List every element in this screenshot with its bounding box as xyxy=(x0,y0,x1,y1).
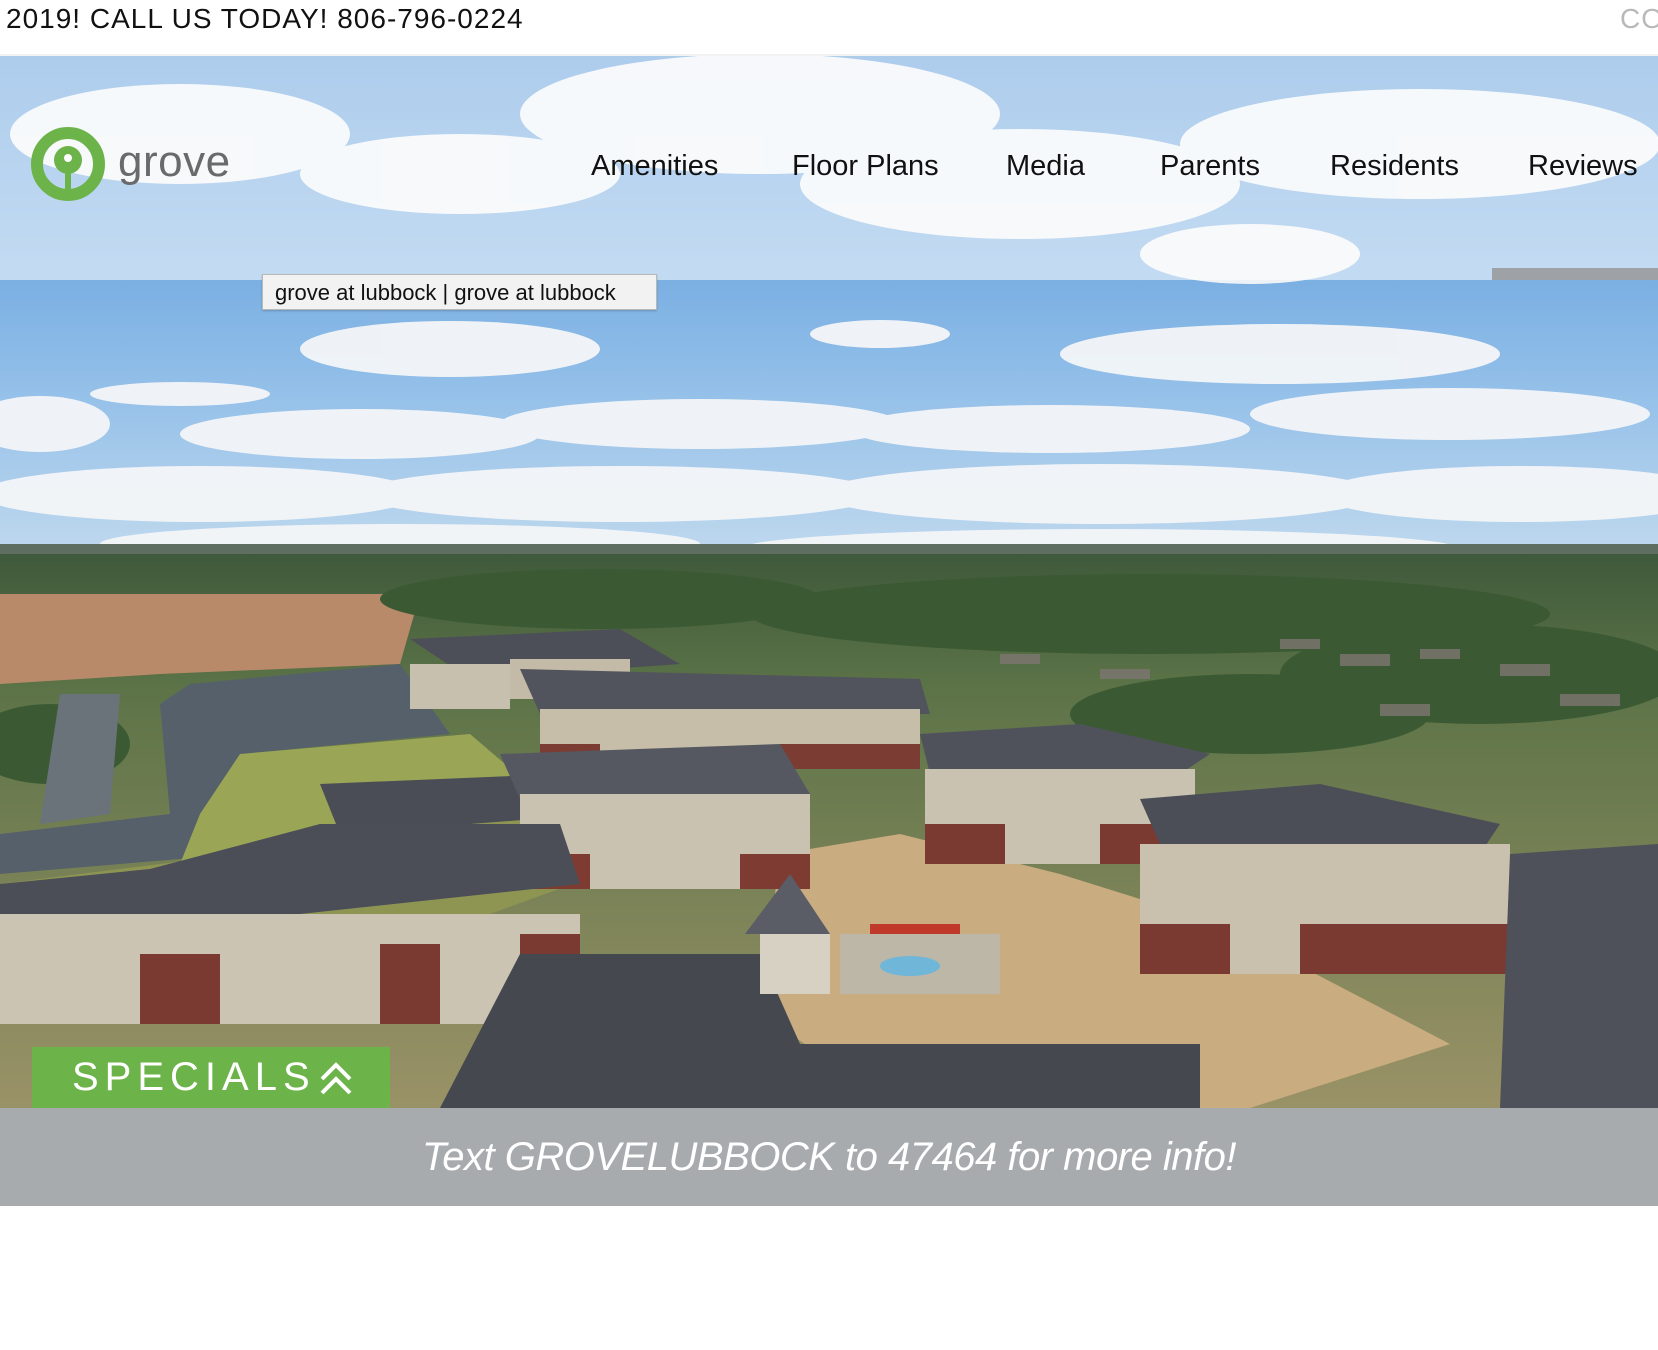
text-info-bar: Text GROVELUBBOCK to 47464 for more info… xyxy=(0,1108,1658,1206)
nav-item-reviews[interactable]: Reviews xyxy=(1528,144,1638,188)
text-info-message: Text GROVELUBBOCK to 47464 for more info… xyxy=(422,1135,1236,1179)
site-header: grove Amenities Floor Plans Media Parent… xyxy=(0,54,1658,280)
nav-item-residents[interactable]: Residents xyxy=(1330,144,1459,188)
double-chevron-up-icon xyxy=(320,1062,352,1095)
nav-item-media[interactable]: Media xyxy=(1006,144,1085,188)
ticker-trailing-text: CO xyxy=(1620,3,1658,34)
nav-active-indicator xyxy=(1492,268,1658,280)
nav-item-parents[interactable]: Parents xyxy=(1160,144,1260,188)
nav-item-floor-plans[interactable]: Floor Plans xyxy=(792,144,939,188)
specials-button[interactable]: SPECIALS xyxy=(32,1047,390,1108)
image-title-tooltip: grove at lubbock | grove at lubbock xyxy=(262,274,657,310)
ticker-text: 2019! CALL US TODAY! 806-796-0224 xyxy=(6,3,524,34)
nav-item-amenities[interactable]: Amenities xyxy=(591,144,718,188)
main-nav: Amenities Floor Plans Media Parents Resi… xyxy=(0,144,1658,188)
announcement-ticker: 2019! CALL US TODAY! 806-796-0224 CO xyxy=(0,0,1658,56)
specials-label: SPECIALS xyxy=(72,1055,316,1099)
page: 2019! CALL US TODAY! 806-796-0224 CO gro… xyxy=(0,0,1658,1350)
